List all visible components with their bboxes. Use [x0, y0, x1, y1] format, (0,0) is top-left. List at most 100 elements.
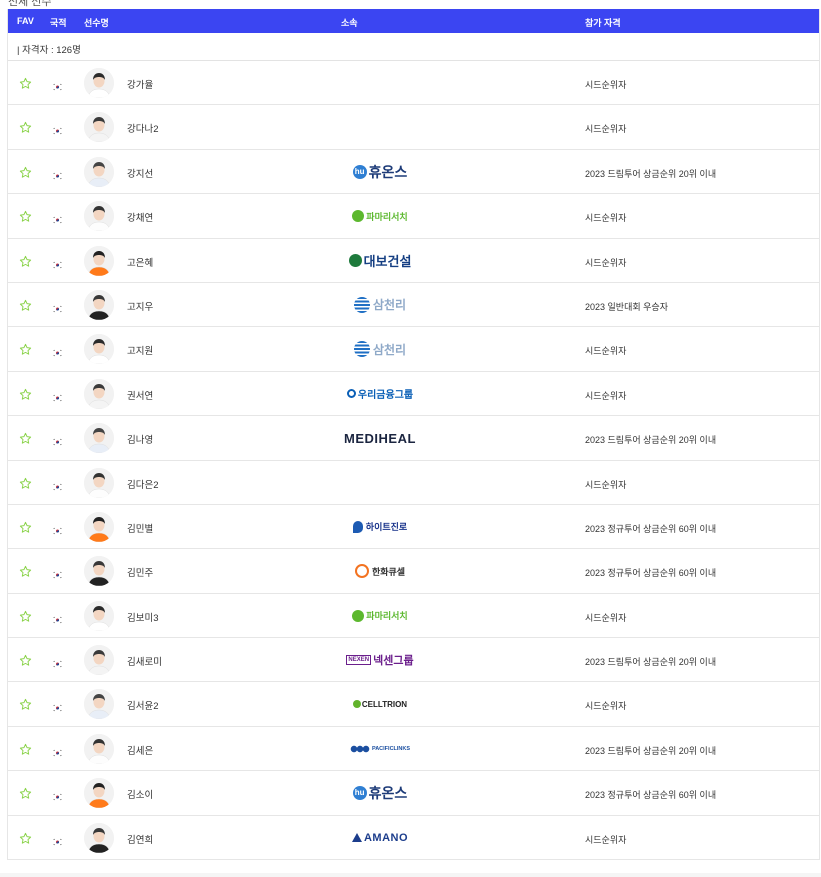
- player-name[interactable]: 고지원: [127, 343, 153, 357]
- table-row: 강지선 hu 휴온스 2023 드림투어 상금순위 20위 이내: [8, 150, 819, 195]
- player-name[interactable]: 권서연: [127, 388, 153, 402]
- player-avatar[interactable]: [84, 423, 114, 454]
- player-avatar[interactable]: [84, 467, 114, 498]
- star-outline-icon[interactable]: [19, 787, 32, 800]
- sponsor-logo: 우리금융그룹: [340, 383, 420, 405]
- sponsor-logo: hu 휴온스: [340, 161, 420, 183]
- korea-flag-icon: [52, 433, 63, 446]
- star-outline-icon[interactable]: [19, 388, 32, 401]
- player-name[interactable]: 강다나2: [127, 121, 159, 135]
- player-avatar[interactable]: [84, 68, 114, 98]
- qualification-text: 2023 정규투어 상금순위 60위 이내: [585, 568, 717, 579]
- table-row: 김나영 MEDIHEAL 2023 드림투어 상금순위 20위 이내: [8, 416, 819, 461]
- star-outline-icon[interactable]: [19, 698, 32, 711]
- star-outline-icon[interactable]: [19, 255, 32, 268]
- sponsor-logo: NEXEN 넥센그룹: [340, 649, 420, 671]
- korea-flag-icon: [52, 655, 63, 668]
- qualified-count: | 자격자 : 126명: [17, 45, 81, 56]
- table-row: 김민주 한화큐셀 2023 정규투어 상금순위 60위 이내: [8, 549, 819, 594]
- player-name[interactable]: 고지우: [127, 299, 153, 313]
- player-name[interactable]: 김서윤2: [127, 698, 159, 712]
- star-outline-icon[interactable]: [19, 654, 32, 667]
- korea-flag-icon: [52, 788, 63, 801]
- table-row: 김보미3 파마리서치 시드순위자: [8, 594, 819, 639]
- korea-flag-icon: [52, 78, 63, 91]
- player-avatar[interactable]: [84, 511, 114, 542]
- table-row: 김다은2 시드순위자: [8, 461, 819, 505]
- player-name[interactable]: 김보미3: [127, 610, 159, 624]
- section-title-cut: 전체 선수: [8, 0, 52, 8]
- korea-flag-icon: [52, 743, 63, 757]
- star-outline-icon[interactable]: [19, 477, 32, 490]
- qualification-text: 2023 정규투어 상금순위 60위 이내: [585, 523, 717, 534]
- korea-flag-icon: [52, 255, 63, 269]
- player-name[interactable]: 김민별: [127, 521, 153, 535]
- korea-flag-icon: [52, 122, 63, 136]
- qualified-count-row: | 자격자 : 126명: [8, 33, 819, 61]
- star-outline-icon[interactable]: [19, 343, 32, 356]
- player-avatar[interactable]: [84, 645, 114, 676]
- player-name[interactable]: 김민주: [127, 565, 153, 579]
- player-name[interactable]: 김세은: [127, 743, 153, 757]
- player-avatar[interactable]: [84, 245, 114, 276]
- sponsor-name: 휴온스: [368, 785, 408, 802]
- qualification-text: 시드순위자: [585, 612, 627, 623]
- qualification-text: 시드순위자: [585, 80, 627, 90]
- star-outline-icon[interactable]: [19, 565, 32, 578]
- star-outline-icon[interactable]: [19, 610, 32, 623]
- sponsor-logo: 삼천리: [340, 338, 420, 360]
- sponsor-logo: [340, 72, 420, 94]
- player-name[interactable]: 강가율: [127, 77, 153, 91]
- sponsor-name: AMANO: [363, 831, 409, 844]
- player-table: FAV 국적 선수명 소속 참가 자격 | 자격자 : 126명 강가율 시드순위…: [7, 9, 820, 861]
- sponsor-logo: [340, 472, 420, 494]
- sponsor-name: PACIFICLINKS: [371, 745, 411, 752]
- qualification-text: 2023 드림투어 상금순위 20위 이내: [585, 745, 717, 756]
- sponsor-logo: MEDIHEAL: [340, 427, 420, 449]
- star-outline-icon[interactable]: [19, 166, 32, 179]
- star-outline-icon[interactable]: [19, 432, 32, 445]
- star-outline-icon[interactable]: [19, 121, 32, 134]
- player-avatar[interactable]: [84, 778, 114, 809]
- table-row: 고은혜 대보건설 시드순위자: [8, 239, 819, 283]
- table-row: 김소이 hu 휴온스 2023 정규투어 상금순위 60위 이내: [8, 771, 819, 816]
- player-avatar[interactable]: [84, 201, 114, 232]
- player-avatar[interactable]: [84, 289, 114, 320]
- table-row: 강다나2 시드순위자: [8, 105, 819, 150]
- player-name[interactable]: 김다은2: [127, 477, 159, 491]
- star-outline-icon[interactable]: [19, 210, 32, 223]
- player-avatar[interactable]: [84, 334, 114, 365]
- star-outline-icon[interactable]: [19, 832, 32, 845]
- header-team: 소속: [341, 18, 358, 28]
- star-outline-icon[interactable]: [19, 77, 32, 90]
- player-name[interactable]: 김연희: [127, 832, 153, 846]
- player-name[interactable]: 김나영: [127, 432, 153, 446]
- player-name[interactable]: 김새로미: [127, 654, 162, 668]
- sponsor-name: 넥센그룹: [373, 655, 414, 668]
- korea-flag-icon: [52, 299, 63, 313]
- player-avatar[interactable]: [84, 556, 114, 587]
- star-outline-icon[interactable]: [19, 299, 32, 312]
- player-name[interactable]: 강채연: [127, 210, 153, 224]
- sponsor-name: 파마리서치: [366, 611, 408, 622]
- player-avatar[interactable]: [84, 600, 114, 631]
- player-avatar[interactable]: [84, 733, 114, 764]
- player-name[interactable]: 고은혜: [127, 255, 153, 269]
- korea-flag-icon: [52, 832, 63, 846]
- sponsor-logo: 한화큐셀: [340, 560, 420, 582]
- star-outline-icon[interactable]: [19, 743, 32, 756]
- player-avatar[interactable]: [84, 822, 114, 853]
- player-avatar[interactable]: [84, 378, 114, 409]
- table-row: 고지우 삼천리 2023 일반대회 우승자: [8, 283, 819, 328]
- sponsor-name: 파마리서치: [366, 211, 408, 222]
- korea-flag-icon: [52, 699, 63, 713]
- korea-flag-icon: [52, 477, 63, 491]
- player-name[interactable]: 김소이: [127, 787, 153, 801]
- player-avatar[interactable]: [84, 112, 114, 143]
- player-avatar[interactable]: [84, 689, 114, 720]
- player-name[interactable]: 강지선: [127, 166, 153, 180]
- sponsor-name: MEDIHEAL: [344, 430, 416, 446]
- star-outline-icon[interactable]: [19, 521, 32, 534]
- korea-flag-icon: [52, 388, 63, 402]
- player-avatar[interactable]: [84, 156, 114, 187]
